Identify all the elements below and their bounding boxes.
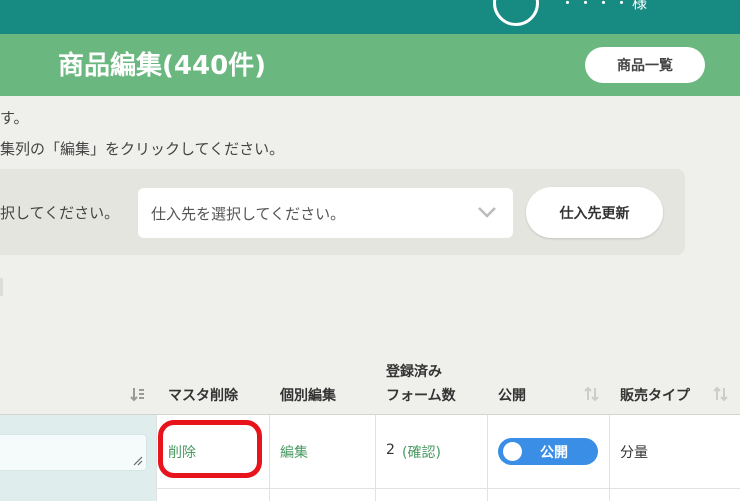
sort-sales-type-icon[interactable] (713, 386, 729, 402)
page-title: 商品編集(440件) (58, 51, 267, 81)
column-divider (375, 415, 376, 501)
edit-link[interactable]: 編集 (280, 442, 308, 462)
toggle-knob (503, 442, 522, 461)
publish-toggle[interactable]: 公開 (498, 438, 598, 465)
header-registered-forms-line1: 登録済み (386, 364, 442, 380)
form-count: 2 (386, 442, 395, 458)
header-individual-edit: 個別編集 (280, 388, 336, 404)
column-divider (487, 415, 488, 501)
sort-icon[interactable] (130, 386, 146, 402)
memo-textarea[interactable] (0, 434, 147, 471)
sort-published-icon[interactable] (584, 386, 600, 402)
column-divider (156, 415, 157, 501)
confirm-link[interactable]: (確認) (402, 442, 441, 462)
toggle-label: 公開 (540, 445, 568, 461)
resize-grip-icon[interactable] (133, 456, 143, 466)
header-registered-forms-line2: フォーム数 (386, 388, 456, 404)
supplier-label: 択してください。 (0, 204, 120, 222)
column-divider (609, 415, 610, 501)
header-master-delete: マスタ削除 (168, 388, 238, 404)
description-line-2: 集列の「編集」をクリックしてください。 (0, 140, 285, 158)
supplier-select-placeholder: 仕入先を選択してください。 (151, 205, 346, 223)
column-divider (269, 415, 270, 501)
user-name[interactable]: ・・・・様 (560, 0, 650, 13)
header-sales-type: 販売タイプ (620, 388, 690, 404)
divider (0, 278, 3, 296)
highlight-annotation (158, 420, 262, 478)
chevron-down-icon (478, 207, 496, 218)
supplier-update-button[interactable]: 仕入先更新 (526, 187, 663, 238)
product-list-button[interactable]: 商品一覧 (585, 47, 705, 83)
description-line-1: す。 (0, 109, 29, 127)
sales-type-value: 分量 (620, 445, 648, 461)
supplier-select[interactable]: 仕入先を選択してください。 (138, 188, 513, 238)
header-published: 公開 (498, 388, 526, 404)
